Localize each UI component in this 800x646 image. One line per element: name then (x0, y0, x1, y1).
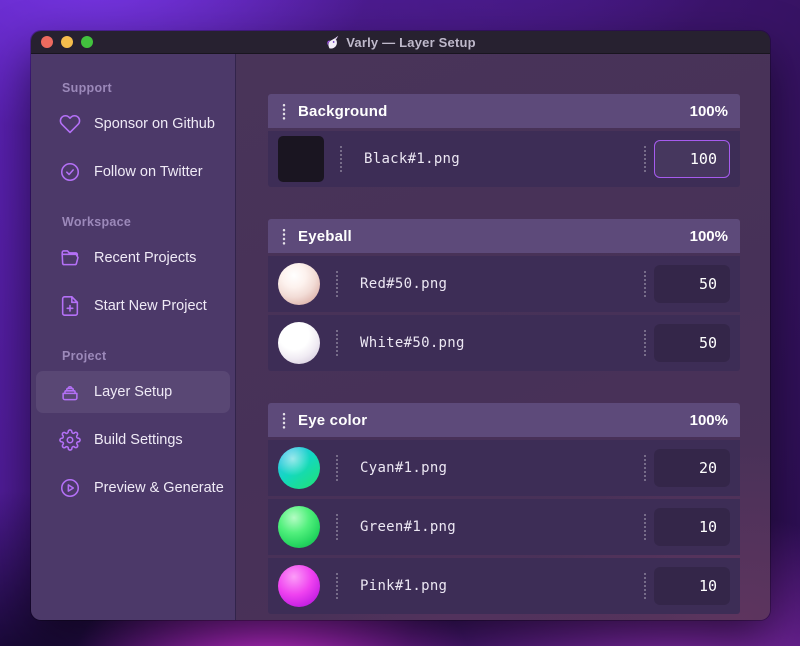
sidebar-item-label: Sponsor on Github (94, 116, 215, 132)
group-name: Eyeball (298, 227, 352, 245)
group-percent: 100% (689, 227, 728, 245)
layer-row: Cyan#1.png (268, 440, 740, 496)
heart-icon (59, 113, 81, 135)
divider-dots (336, 455, 338, 481)
layer-weight-input[interactable] (654, 567, 730, 605)
zoom-button[interactable] (81, 36, 93, 48)
layer-weight-input[interactable] (654, 508, 730, 546)
layer-thumbnail (278, 565, 320, 607)
section-label-support: Support (62, 81, 113, 95)
folder-icon (59, 247, 81, 269)
sidebar-section-project: Project Layer Setup Build Settings Previ… (31, 349, 235, 509)
section-label-workspace: Workspace (62, 215, 132, 229)
divider-dots (644, 146, 646, 172)
sidebar-item-label: Preview & Generate (94, 480, 224, 496)
layer-row: Green#1.png (268, 499, 740, 555)
sidebar-item-recent-projects[interactable]: Recent Projects (36, 237, 230, 279)
drag-handle-icon[interactable] (282, 227, 286, 245)
sidebar-item-preview-generate[interactable]: Preview & Generate (36, 467, 230, 509)
divider-dots (644, 455, 646, 481)
layer-weight-input[interactable] (654, 265, 730, 303)
layer-filename: Pink#1.png (360, 578, 448, 594)
group-header: Eyeball 100% (268, 219, 740, 253)
window-title-text: Varly — Layer Setup (346, 34, 476, 50)
layer-weight-input[interactable] (654, 449, 730, 487)
play-circle-icon (59, 477, 81, 499)
layer-filename: Cyan#1.png (360, 460, 448, 476)
app-window: Varly — Layer Setup Support Sponsor on G… (31, 31, 770, 620)
layer-setup-panel: Background 100% Black#1.png Eyeball 100% (236, 54, 770, 620)
divider-dots (336, 330, 338, 356)
sidebar-item-follow-on-twitter[interactable]: Follow on Twitter (36, 151, 230, 193)
traffic-lights (41, 31, 93, 53)
layer-filename: Green#1.png (360, 519, 457, 535)
layer-thumbnail (278, 136, 324, 182)
sidebar-item-label: Layer Setup (94, 384, 173, 400)
layer-group-eyeball: Eyeball 100% Red#50.png White#50.png (268, 219, 740, 371)
layer-row: Black#1.png (268, 131, 740, 187)
divider-dots (644, 573, 646, 599)
drag-handle-icon[interactable] (282, 411, 286, 429)
sidebar-section-workspace: Workspace Recent Projects Start New Proj… (31, 215, 235, 327)
divider-dots (644, 514, 646, 540)
layer-row: Pink#1.png (268, 558, 740, 614)
layer-row: White#50.png (268, 315, 740, 371)
group-name: Eye color (298, 411, 368, 429)
layer-filename: Black#1.png (364, 151, 461, 167)
file-plus-icon (59, 295, 81, 317)
minimize-button[interactable] (61, 36, 73, 48)
layer-filename: Red#50.png (360, 276, 448, 292)
group-percent: 100% (689, 102, 728, 120)
layer-thumbnail (278, 322, 320, 364)
group-header: Background 100% (268, 94, 740, 128)
layer-weight-input[interactable] (654, 140, 730, 178)
sidebar-section-support: Support Sponsor on Github Follow on Twit… (31, 81, 235, 193)
layers-icon (59, 381, 81, 403)
close-button[interactable] (41, 36, 53, 48)
divider-dots (340, 146, 342, 172)
divider-dots (336, 573, 338, 599)
divider-dots (644, 330, 646, 356)
layer-row: Red#50.png (268, 256, 740, 312)
gear-icon (59, 429, 81, 451)
sidebar-item-build-settings[interactable]: Build Settings (36, 419, 230, 461)
divider-dots (336, 514, 338, 540)
layer-filename: White#50.png (360, 335, 465, 351)
sidebar-item-start-new-project[interactable]: Start New Project (36, 285, 230, 327)
titlebar[interactable]: Varly — Layer Setup (31, 31, 770, 54)
sidebar-item-layer-setup[interactable]: Layer Setup (36, 371, 230, 413)
badge-check-icon (59, 161, 81, 183)
divider-dots (336, 271, 338, 297)
sidebar-item-label: Start New Project (94, 298, 207, 314)
sidebar-item-label: Build Settings (94, 432, 183, 448)
sidebar-item-sponsor-on-github[interactable]: Sponsor on Github (36, 103, 230, 145)
group-header: Eye color 100% (268, 403, 740, 437)
sidebar-item-label: Follow on Twitter (94, 164, 203, 180)
group-percent: 100% (689, 411, 728, 429)
divider-dots (644, 271, 646, 297)
unicorn-icon (327, 35, 339, 49)
layer-thumbnail (278, 263, 320, 305)
section-label-project: Project (62, 349, 107, 363)
layer-weight-input[interactable] (654, 324, 730, 362)
window-title: Varly — Layer Setup (325, 35, 476, 50)
drag-handle-icon[interactable] (282, 102, 286, 120)
sidebar-item-label: Recent Projects (94, 250, 197, 266)
group-name: Background (298, 102, 388, 120)
sidebar: Support Sponsor on Github Follow on Twit… (31, 54, 236, 620)
layer-group-eye-color: Eye color 100% Cyan#1.png Green#1.png (268, 403, 740, 614)
layer-thumbnail (278, 447, 320, 489)
layer-thumbnail (278, 506, 320, 548)
layer-group-background: Background 100% Black#1.png (268, 94, 740, 187)
